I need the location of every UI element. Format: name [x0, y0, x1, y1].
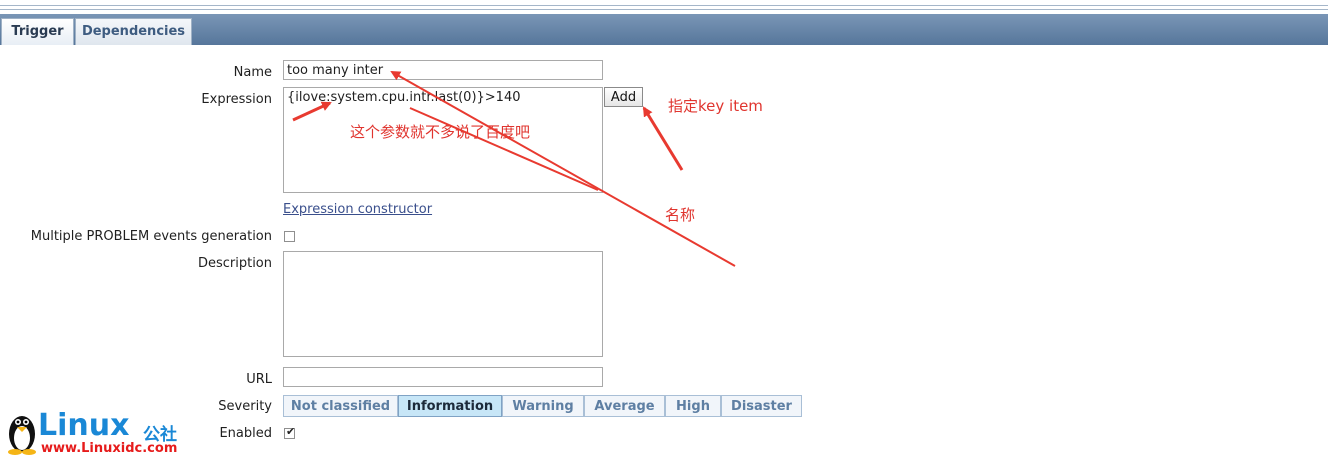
annotation-arrows — [292, 71, 736, 267]
watermark-brand: Linux — [38, 408, 130, 443]
arrow-to-add — [642, 106, 684, 171]
arrow-line-expression — [409, 107, 599, 191]
arrow-to-name — [390, 71, 736, 267]
watermark-url: www.Linuxidc.com — [41, 441, 178, 456]
arrow-to-expression — [292, 101, 332, 122]
tux-penguin-icon — [8, 416, 36, 455]
